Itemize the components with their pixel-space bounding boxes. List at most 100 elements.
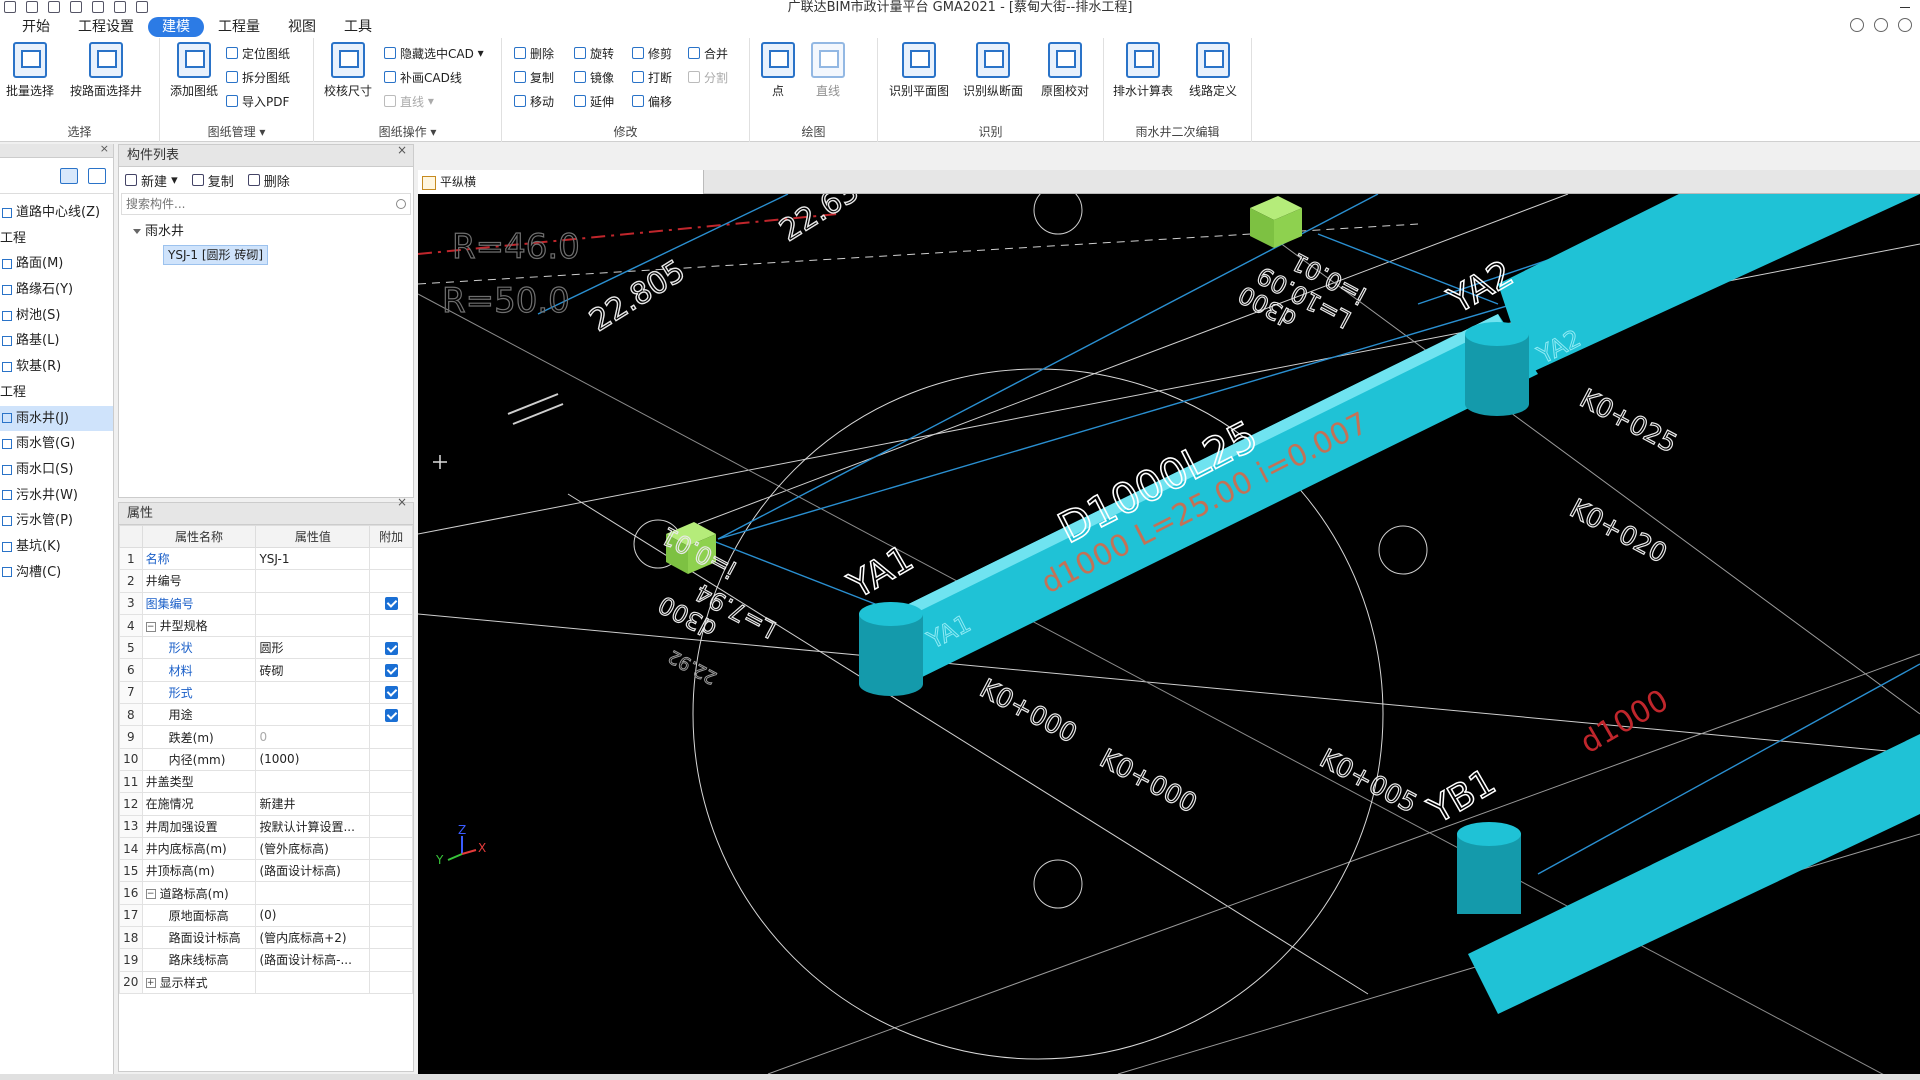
minimize-button[interactable] [1900,7,1910,8]
well-ya1[interactable] [859,602,923,696]
well-yb1[interactable] [1457,822,1521,914]
nav-item[interactable]: 污水管(P) [0,508,113,534]
headset-icon[interactable] [1874,18,1888,32]
extra-checkbox[interactable] [384,641,398,655]
property-value[interactable] [255,769,371,794]
batch-select-button[interactable]: 批量选择 [0,42,64,99]
component-search-input[interactable] [126,197,396,211]
detail-view-icon[interactable] [88,168,106,184]
property-row[interactable]: 12 在施情况 新建井 [119,792,413,816]
property-value[interactable] [255,970,371,994]
property-row[interactable]: 2 井编号 [119,569,413,593]
nav-item[interactable]: 道路中心线(Z) [0,200,113,226]
mirror-button[interactable]: 镜像 [574,68,614,86]
property-row[interactable]: 4− 井型规格 [119,613,413,638]
hide-cad-button[interactable]: 隐藏选中CAD ▾ [384,44,484,62]
drainage-calc-table-button[interactable]: 排水计算表 [1108,42,1178,99]
add-drawing-button[interactable]: 添加图纸 [160,42,228,99]
cad-viewport[interactable]: R=46.0 R=50.0 22.805 22.63 D1000L25 d100… [418,194,1920,1074]
route-definition-button[interactable]: 线路定义 [1180,42,1246,99]
property-value[interactable] [255,613,371,638]
extra-checkbox[interactable] [384,664,398,678]
property-row[interactable]: 20 + 显示样式 [119,970,413,994]
collapse-icon[interactable]: − [145,889,156,900]
tab-plan-profile-section[interactable]: 平纵横 [418,170,704,194]
select-well-by-section-button[interactable]: 按路面选择井 [64,42,148,99]
rotate-button[interactable]: 旋转 [574,44,614,62]
split-button-disabled[interactable]: 分割 [688,68,728,86]
expand-icon[interactable]: + [145,978,156,989]
property-row[interactable]: 19 路床线标高 (路面设计标高-... [119,948,413,972]
property-row[interactable]: 17 原地面标高 (0) [119,903,413,928]
menu-modeling[interactable]: 建模 [148,17,204,37]
nav-item[interactable]: 雨水井(J) [0,405,113,432]
identify-profile-button[interactable]: 识别纵断面 [956,42,1030,99]
property-row[interactable]: 10 内径(mm) (1000) [119,747,413,771]
merge-button[interactable]: 合并 [688,44,728,62]
inlet-marker-2[interactable] [1250,196,1302,248]
property-value[interactable] [255,703,371,727]
identify-plan-button[interactable]: 识别平面图 [882,42,956,99]
well-ya2[interactable] [1465,322,1529,416]
check-original-button[interactable]: 原图校对 [1030,42,1100,99]
property-value[interactable] [255,680,371,705]
line-button-disabled[interactable]: 直线 ▾ [384,92,434,110]
property-row[interactable]: 11 井盖类型 [119,769,413,794]
property-value[interactable] [255,591,371,615]
locate-drawing-button[interactable]: 定位图纸 [226,44,290,62]
property-row[interactable]: 3 图集编号 [119,591,413,615]
menu-start[interactable]: 开始 [8,17,64,37]
property-value[interactable]: YSJ-1 [255,546,371,571]
property-value[interactable]: 0 [255,725,371,749]
nav-item[interactable]: 沟槽(C) [0,560,113,586]
close-icon[interactable]: × [100,142,109,155]
property-value[interactable]: (管外底标高) [255,836,371,861]
group-label-drawing-ops[interactable]: 图纸操作 ▾ [314,123,501,140]
property-value[interactable]: 砖砌 [255,658,371,682]
menu-view[interactable]: 视图 [274,17,330,37]
list-view-icon[interactable] [60,168,78,184]
property-value[interactable]: (0) [255,903,371,928]
nav-item[interactable]: 雨水管(G) [0,431,113,457]
property-row[interactable]: 8 用途 [119,703,413,727]
property-value[interactable] [255,569,371,593]
property-value[interactable]: (1000) [255,747,371,771]
tree-item-ysj-1[interactable]: YSJ-1 [圆形 砖砌] [163,245,269,265]
group-label-drawing[interactable]: 图纸管理 ▾ [160,123,313,140]
nav-item[interactable]: 基坑(K) [0,534,113,560]
home-icon[interactable] [1898,18,1912,32]
pipe-main[interactable] [868,194,1920,1014]
nav-item[interactable]: 树池(S) [0,303,113,329]
collapse-icon[interactable]: − [145,621,156,632]
extra-checkbox[interactable] [384,708,398,722]
point-button[interactable]: 点 [754,42,802,99]
move-button[interactable]: 移动 [514,92,554,110]
user-icon[interactable] [1850,18,1864,32]
extra-checkbox[interactable] [384,597,398,611]
menu-tools[interactable]: 工具 [330,17,386,37]
property-value[interactable] [255,881,371,905]
property-row[interactable]: 9 跌差(m) 0 [119,725,413,749]
property-row[interactable]: 5 形状 圆形 [119,636,413,660]
property-row[interactable]: 6 材料 砖砌 [119,658,413,682]
property-value[interactable]: (管内底标高+2) [255,926,371,950]
nav-item[interactable]: 污水井(W) [0,483,113,509]
property-value[interactable]: 新建井 [255,792,371,816]
search-icon[interactable] [396,199,406,209]
property-row[interactable]: 1 名称 YSJ-1 [119,546,413,571]
new-component-button[interactable]: 新建 ▾ [125,171,178,190]
check-size-button[interactable]: 校核尺寸 [314,42,382,99]
nav-item[interactable]: 路缘石(Y) [0,277,113,303]
tree-node-rainwater-well[interactable]: 雨水井 [119,221,413,243]
property-value[interactable]: 圆形 [255,636,371,660]
nav-item[interactable]: 路基(L) [0,328,113,354]
nav-item[interactable]: 雨水口(S) [0,457,113,483]
split-drawing-button[interactable]: 拆分图纸 [226,68,290,86]
property-row[interactable]: 7 形式 [119,680,413,705]
extra-checkbox[interactable] [384,686,398,700]
property-row[interactable]: 16− 道路标高(m) [119,881,413,905]
property-row[interactable]: 18 路面设计标高 (管内底标高+2) [119,926,413,950]
property-row[interactable]: 14 井内底标高(m) (管外底标高) [119,836,413,861]
menu-project-settings[interactable]: 工程设置 [64,17,148,37]
copy-button[interactable]: 复制 [514,68,554,86]
